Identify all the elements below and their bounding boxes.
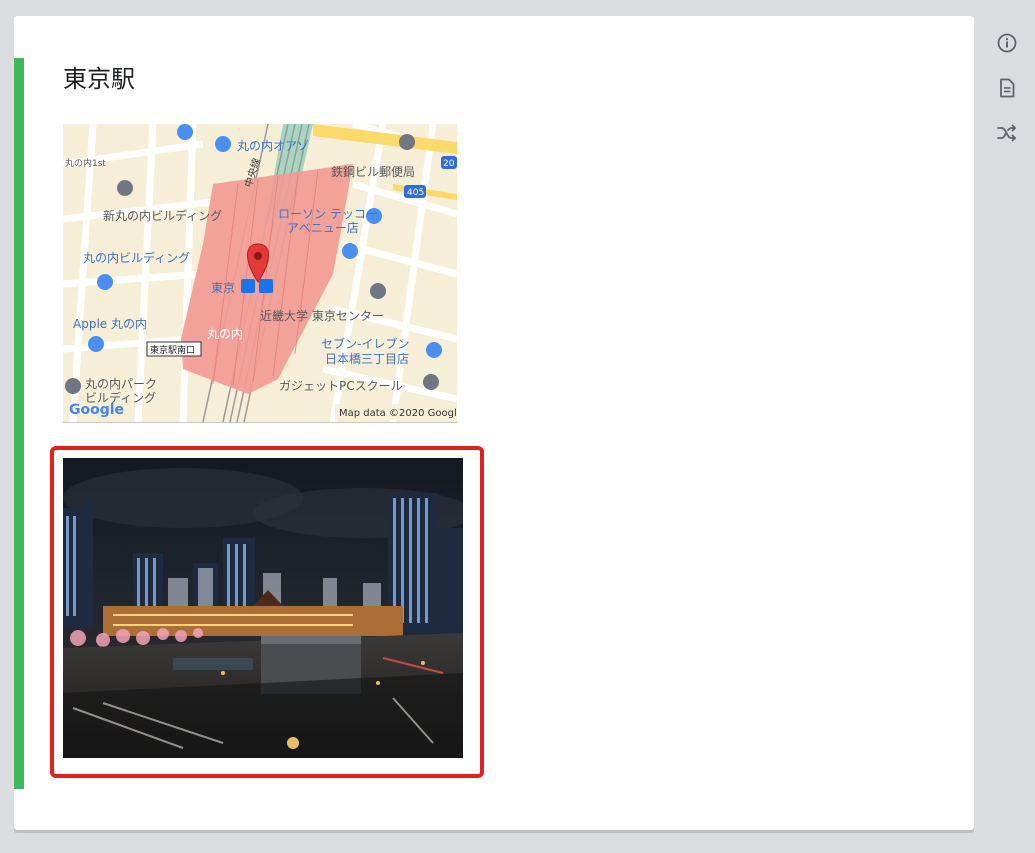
map-label-lawson2: アベニュー店 xyxy=(287,221,359,235)
map-label-tokyo: 東京 xyxy=(211,281,235,295)
map-label-marunouchi-side: 丸の内 xyxy=(207,327,243,341)
map-label-lawson: ローソン テッコー xyxy=(278,207,378,221)
map-label-route20: 20 xyxy=(443,159,455,169)
map-label-marunouchi-bld: 丸の内ビルディング xyxy=(83,250,190,265)
map-label-seven1: セブン-イレブン xyxy=(321,336,409,351)
info-icon xyxy=(997,33,1017,53)
sidebar-actions xyxy=(990,26,1024,161)
map-label-marunouchi1st: 丸の内1st xyxy=(65,157,106,169)
map-label-park1: 丸の内パーク xyxy=(85,377,157,391)
station-night-photo[interactable] xyxy=(63,458,463,758)
selected-photo-frame[interactable] xyxy=(50,446,484,778)
map-label-gadget: ガジェットPCスクール xyxy=(279,379,403,393)
document-button[interactable] xyxy=(990,71,1024,105)
map-label-apple: Apple 丸の内 xyxy=(73,317,147,331)
info-button[interactable] xyxy=(990,26,1024,60)
map-label-oazo: 丸の内オアゾ xyxy=(237,139,309,153)
document-icon xyxy=(1000,78,1015,98)
google-logo: Google xyxy=(69,402,124,418)
map-label-south-exit: 東京駅南口 xyxy=(150,344,195,356)
map-label-kindai: 近畿大学 東京センター xyxy=(260,308,384,323)
shuffle-icon xyxy=(997,124,1016,142)
accent-bar xyxy=(14,58,24,789)
map-label-shin-marunouchi: 新丸の内ビルディング xyxy=(103,208,222,223)
map-label-route405: 405 xyxy=(407,188,424,198)
map-label-tekko: 鉄鋼ビル郵便局 xyxy=(331,164,415,179)
map-label-seven2: 日本橋三丁目店 xyxy=(325,352,409,366)
place-card: 東京駅 丸の内オアゾ ローソン テッコー アベニュー店 丸の内ビルディング 東京… xyxy=(14,16,974,830)
shuffle-button[interactable] xyxy=(990,116,1024,150)
map-image[interactable]: 丸の内オアゾ ローソン テッコー アベニュー店 丸の内ビルディング 東京 App… xyxy=(63,124,457,423)
map-attribution: Map data ©2020 Google xyxy=(339,408,457,419)
place-title: 東京駅 xyxy=(63,65,135,93)
